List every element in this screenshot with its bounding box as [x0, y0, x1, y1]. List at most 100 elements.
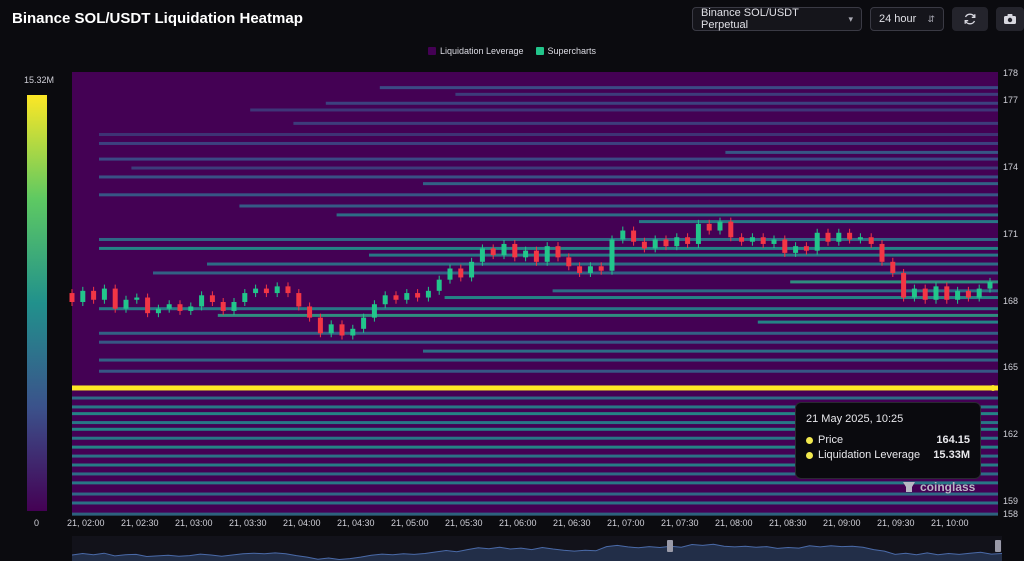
x-tick-label: 21, 02:00: [67, 518, 105, 528]
candle: [80, 290, 86, 302]
tooltip-row-price: Price 164.15: [806, 434, 970, 446]
candle: [641, 241, 647, 249]
candle: [134, 297, 140, 300]
candle: [577, 266, 583, 273]
y-tick-label: 165: [1003, 362, 1018, 372]
x-tick-label: 21, 04:00: [283, 518, 321, 528]
x-tick-label: 21, 03:30: [229, 518, 267, 528]
liquidation-band: [99, 358, 998, 362]
candle: [793, 246, 799, 253]
liquidation-band: [423, 349, 998, 353]
liquidation-band: [99, 193, 998, 197]
candle: [749, 237, 755, 242]
liquidation-band: [217, 313, 999, 317]
liquidation-band: [72, 385, 998, 391]
candle: [944, 286, 950, 300]
candle: [771, 239, 777, 244]
candle: [479, 248, 485, 262]
y-tick-label: 177: [1003, 95, 1018, 105]
y-tick-label: 162: [1003, 429, 1018, 439]
candle: [933, 286, 939, 300]
coinglass-logo-icon: [903, 482, 915, 492]
navigator-handle[interactable]: [667, 540, 673, 552]
candle: [814, 232, 820, 251]
candle: [350, 328, 356, 336]
x-tick-label: 21, 09:00: [823, 518, 861, 528]
candle: [587, 266, 593, 273]
candle: [382, 295, 388, 305]
y-tick-label: 171: [1003, 229, 1018, 239]
dot-icon: [806, 436, 813, 444]
time-navigator[interactable]: [71, 536, 1003, 561]
liquidation-band: [369, 253, 998, 257]
candle: [760, 237, 766, 244]
candle: [609, 239, 615, 271]
watermark: coinglass: [902, 480, 975, 494]
candle: [317, 317, 323, 334]
candle: [339, 324, 345, 336]
x-tick-label: 21, 05:30: [445, 518, 483, 528]
navigator-handle[interactable]: [995, 540, 1001, 552]
candle: [296, 293, 302, 307]
candle: [231, 302, 237, 311]
liquidation-band: [336, 213, 999, 217]
candle: [69, 293, 75, 302]
candle: [728, 221, 734, 238]
candle: [112, 288, 118, 309]
y-tick-label: 178: [1003, 68, 1018, 78]
liquidation-band: [72, 492, 998, 496]
candle: [879, 243, 885, 262]
liquidation-band: [131, 166, 998, 170]
candle: [857, 237, 863, 240]
liquidation-band: [153, 271, 998, 275]
candle: [501, 243, 507, 256]
candle: [847, 232, 853, 240]
liquidation-band: [250, 108, 998, 112]
liquidation-band: [99, 237, 998, 241]
y-tick-label: 174: [1003, 162, 1018, 172]
candle: [566, 257, 572, 267]
liquidation-band: [72, 396, 998, 400]
navigator-series: [71, 540, 1003, 561]
candle: [436, 279, 442, 291]
x-tick-label: 21, 04:30: [337, 518, 375, 528]
liquidation-band: [293, 121, 998, 125]
candle: [123, 299, 129, 309]
liquidation-band: [790, 280, 998, 284]
liquidation-band: [99, 175, 998, 179]
candle: [674, 237, 680, 247]
candle: [415, 293, 421, 298]
candle: [404, 293, 410, 300]
tooltip-leverage-value: 15.33M: [933, 449, 970, 461]
y-tick-label: 168: [1003, 296, 1018, 306]
candle: [825, 232, 831, 242]
candle: [490, 248, 496, 256]
candle: [868, 237, 874, 244]
candle: [685, 237, 691, 244]
candle: [242, 293, 248, 302]
candle: [220, 302, 226, 311]
liquidation-band: [72, 501, 998, 505]
x-tick-label: 21, 10:00: [931, 518, 969, 528]
candle: [976, 288, 982, 298]
candle: [901, 272, 907, 298]
x-tick-label: 21, 08:30: [769, 518, 807, 528]
liquidation-band: [99, 157, 998, 161]
candle: [922, 288, 928, 300]
x-tick-label: 21, 05:00: [391, 518, 429, 528]
candle: [285, 286, 291, 294]
candle: [663, 239, 669, 247]
tooltip-price-label: Price: [818, 434, 844, 446]
liquidation-band: [72, 512, 998, 516]
x-tick-label: 21, 06:30: [553, 518, 591, 528]
candle: [652, 239, 658, 249]
candle: [555, 246, 561, 258]
x-tick-label: 21, 02:30: [121, 518, 159, 528]
candle: [209, 295, 215, 302]
candle: [965, 290, 971, 298]
candle: [91, 290, 97, 300]
liquidation-band: [99, 340, 998, 344]
candle: [101, 288, 107, 300]
tooltip-leverage-label: Liquidation Leverage: [818, 449, 921, 461]
liquidation-band: [757, 320, 998, 324]
